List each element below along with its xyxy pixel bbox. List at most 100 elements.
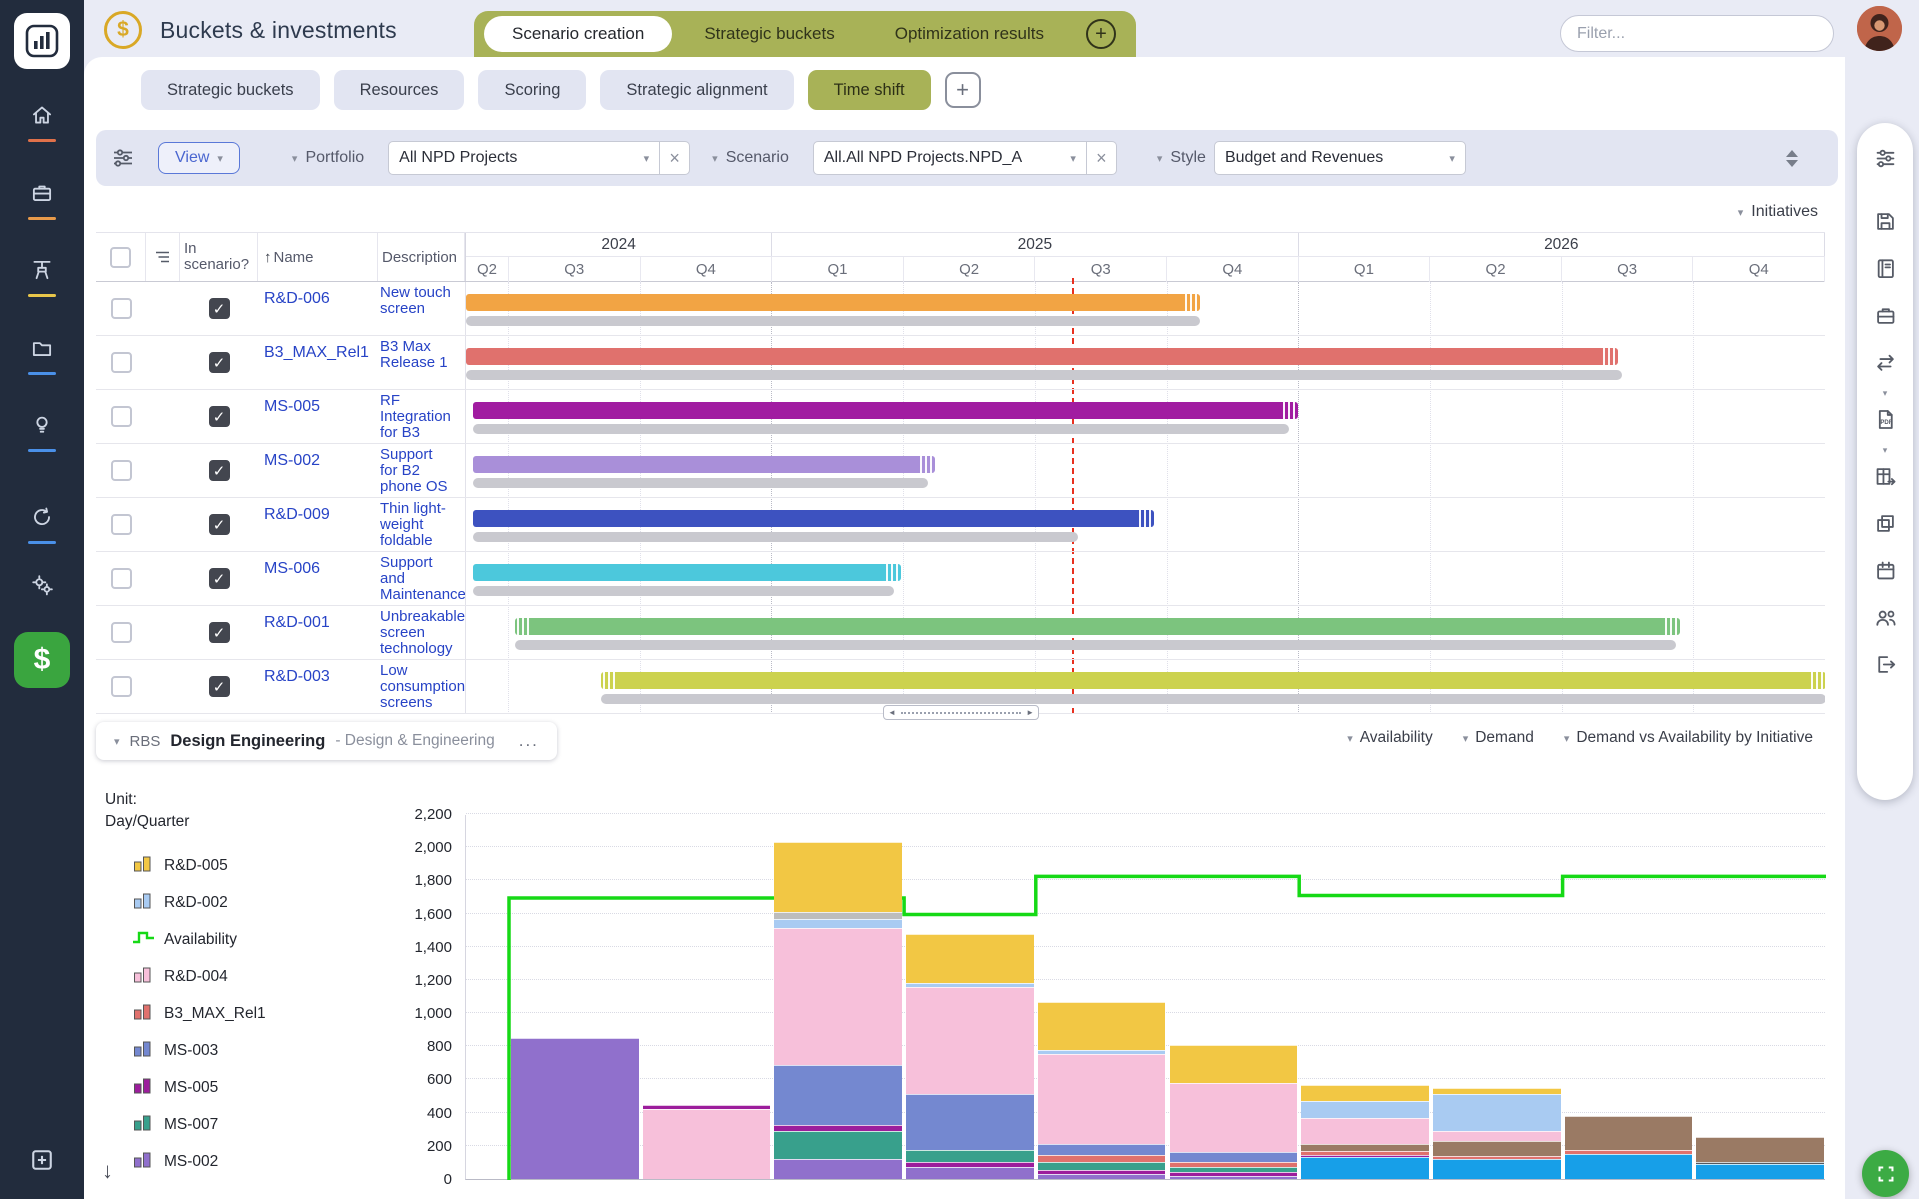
users-button[interactable]	[1857, 596, 1913, 643]
in-scenario-checkbox[interactable]: ✓	[209, 406, 230, 427]
stacked-bar-2026-Q2[interactable]	[1433, 1088, 1561, 1179]
stacked-bar-2026-Q1[interactable]	[1301, 1085, 1429, 1180]
sidebar-item-ideas[interactable]	[0, 402, 84, 462]
stacked-bar-2026-Q4[interactable]	[1696, 1137, 1824, 1179]
sidebar-add-button[interactable]	[0, 1132, 84, 1188]
tab-strategic-buckets-sub[interactable]: Strategic buckets	[141, 70, 320, 110]
collapse-caret-icon[interactable]: ▾	[1883, 445, 1888, 455]
initiative-name-link[interactable]: MS-006	[264, 560, 376, 578]
scenario-dropdown[interactable]: All.All NPD Projects.NPD_A ▾	[813, 141, 1087, 175]
scrollbar-track[interactable]	[901, 712, 1021, 714]
initiative-name-link[interactable]: MS-005	[264, 398, 376, 416]
adjust-button[interactable]	[1857, 137, 1913, 184]
tab-strategic-buckets[interactable]: Strategic buckets	[676, 16, 862, 52]
legend-item-MS-003[interactable]: MS-003	[132, 1032, 266, 1069]
app-logo[interactable]	[14, 13, 70, 69]
collapse-caret-icon[interactable]: ▾	[1883, 388, 1888, 398]
legend-item-Availability[interactable]: Availability	[132, 921, 266, 958]
sidebar-item-settings[interactable]	[0, 557, 84, 617]
row-select-checkbox[interactable]	[111, 622, 132, 643]
rbs-more-button[interactable]: ...	[519, 731, 539, 751]
tab-time-shift[interactable]: Time shift	[808, 70, 931, 110]
tab-strategic-alignment[interactable]: Strategic alignment	[600, 70, 793, 110]
row-select-checkbox[interactable]	[111, 352, 132, 373]
in-scenario-checkbox[interactable]: ✓	[209, 298, 230, 319]
image-export-button[interactable]	[1857, 502, 1913, 549]
filter-input[interactable]	[1560, 15, 1834, 52]
group-indent-icon[interactable]	[153, 248, 172, 266]
gantt-bar[interactable]	[473, 510, 1154, 527]
row-select-checkbox[interactable]	[111, 568, 132, 589]
initiative-name-link[interactable]: R&D-006	[264, 290, 376, 308]
legend-scroll-down-button[interactable]: ↓	[102, 1158, 113, 1184]
notebook-button[interactable]	[1857, 247, 1913, 294]
in-scenario-checkbox[interactable]: ✓	[209, 622, 230, 643]
sidebar-item-folder[interactable]	[0, 325, 84, 385]
in-scenario-checkbox[interactable]: ✓	[209, 568, 230, 589]
demand-toggle[interactable]: ▾ Demand	[1463, 729, 1534, 747]
user-avatar[interactable]	[1857, 6, 1902, 51]
demand-vs-availability-toggle[interactable]: ▾ Demand vs Availability by Initiative	[1564, 729, 1813, 747]
row-select-checkbox[interactable]	[111, 514, 132, 535]
initiative-name-link[interactable]: R&D-001	[264, 614, 376, 632]
in-scenario-checkbox[interactable]: ✓	[209, 352, 230, 373]
sidebar-item-home[interactable]	[0, 92, 84, 152]
gantt-bar[interactable]	[473, 564, 901, 581]
stacked-bar-2025-Q4[interactable]	[1170, 1045, 1298, 1179]
stacked-bar-2026-Q3[interactable]	[1565, 1116, 1693, 1179]
sidebar-item-buckets[interactable]: $	[0, 630, 84, 690]
initiative-name-link[interactable]: R&D-003	[264, 668, 376, 686]
add-scenario-tab-button[interactable]: +	[1086, 19, 1116, 49]
stacked-bar-2025-Q2[interactable]	[906, 934, 1034, 1180]
in-scenario-checkbox[interactable]: ✓	[209, 460, 230, 481]
sidebar-item-workbench[interactable]	[0, 247, 84, 307]
gantt-bar[interactable]	[466, 294, 1200, 311]
tab-scoring[interactable]: Scoring	[478, 70, 586, 110]
tab-resources[interactable]: Resources	[334, 70, 465, 110]
in-scenario-column-header[interactable]: In scenario?	[180, 233, 258, 281]
description-column-header[interactable]: Description	[378, 233, 465, 281]
availability-toggle[interactable]: ▾ Availability	[1347, 729, 1432, 747]
scroll-right-icon[interactable]: ►	[1026, 709, 1034, 717]
gantt-bar[interactable]	[515, 618, 1681, 635]
in-scenario-checkbox[interactable]: ✓	[209, 676, 230, 697]
name-column-header[interactable]: ↑ Name	[258, 233, 378, 281]
add-section-tab-button[interactable]: +	[945, 72, 981, 108]
scroll-left-icon[interactable]: ◄	[888, 709, 896, 717]
fullscreen-button[interactable]	[1862, 1150, 1909, 1197]
row-select-checkbox[interactable]	[111, 406, 132, 427]
legend-item-MS-007[interactable]: MS-007	[132, 1106, 266, 1143]
swap-button[interactable]	[1857, 341, 1913, 388]
view-settings-icon[interactable]	[110, 146, 136, 170]
stacked-bar-2024-Q4[interactable]	[643, 1105, 771, 1179]
row-select-checkbox[interactable]	[111, 460, 132, 481]
row-select-checkbox[interactable]	[111, 676, 132, 697]
legend-item-R&D-002[interactable]: R&D-002	[132, 884, 266, 921]
initiatives-section-toggle[interactable]: ▾ Initiatives	[1738, 203, 1818, 221]
legend-item-R&D-005[interactable]: R&D-005	[132, 847, 266, 884]
legend-item-MS-005[interactable]: MS-005	[132, 1069, 266, 1106]
view-dropdown-button[interactable]: View ▾	[158, 142, 240, 174]
legend-item-R&D-004[interactable]: R&D-004	[132, 958, 266, 995]
table-export-button[interactable]	[1857, 455, 1913, 502]
gantt-bar[interactable]	[601, 672, 1825, 689]
save-button[interactable]	[1857, 200, 1913, 247]
initiative-name-link[interactable]: R&D-009	[264, 506, 376, 524]
legend-item-B3_MAX_Rel1[interactable]: B3_MAX_Rel1	[132, 995, 266, 1032]
initiative-name-link[interactable]: MS-002	[264, 452, 376, 470]
select-all-checkbox[interactable]	[110, 247, 131, 268]
stacked-bar-2025-Q3[interactable]	[1038, 1002, 1166, 1179]
gantt-bar[interactable]	[473, 456, 935, 473]
sidebar-item-progress[interactable]	[0, 494, 84, 554]
in-scenario-checkbox[interactable]: ✓	[209, 514, 230, 535]
gantt-horizontal-scrollbar[interactable]: ◄ ►	[883, 705, 1039, 720]
initiative-name-link[interactable]: B3_MAX_Rel1	[264, 344, 376, 362]
tab-scenario-creation[interactable]: Scenario creation	[484, 16, 672, 52]
tab-optimization-results[interactable]: Optimization results	[867, 16, 1072, 52]
expand-collapse-control[interactable]	[1786, 150, 1798, 167]
clear-portfolio-button[interactable]: ×	[660, 141, 690, 175]
sidebar-item-projects-case[interactable]	[0, 170, 84, 230]
gantt-bar[interactable]	[473, 402, 1299, 419]
stacked-bar-2024-Q3[interactable]	[511, 1038, 639, 1179]
rbs-selector[interactable]: ▾ RBS Design Engineering - Design & Engi…	[96, 722, 557, 760]
